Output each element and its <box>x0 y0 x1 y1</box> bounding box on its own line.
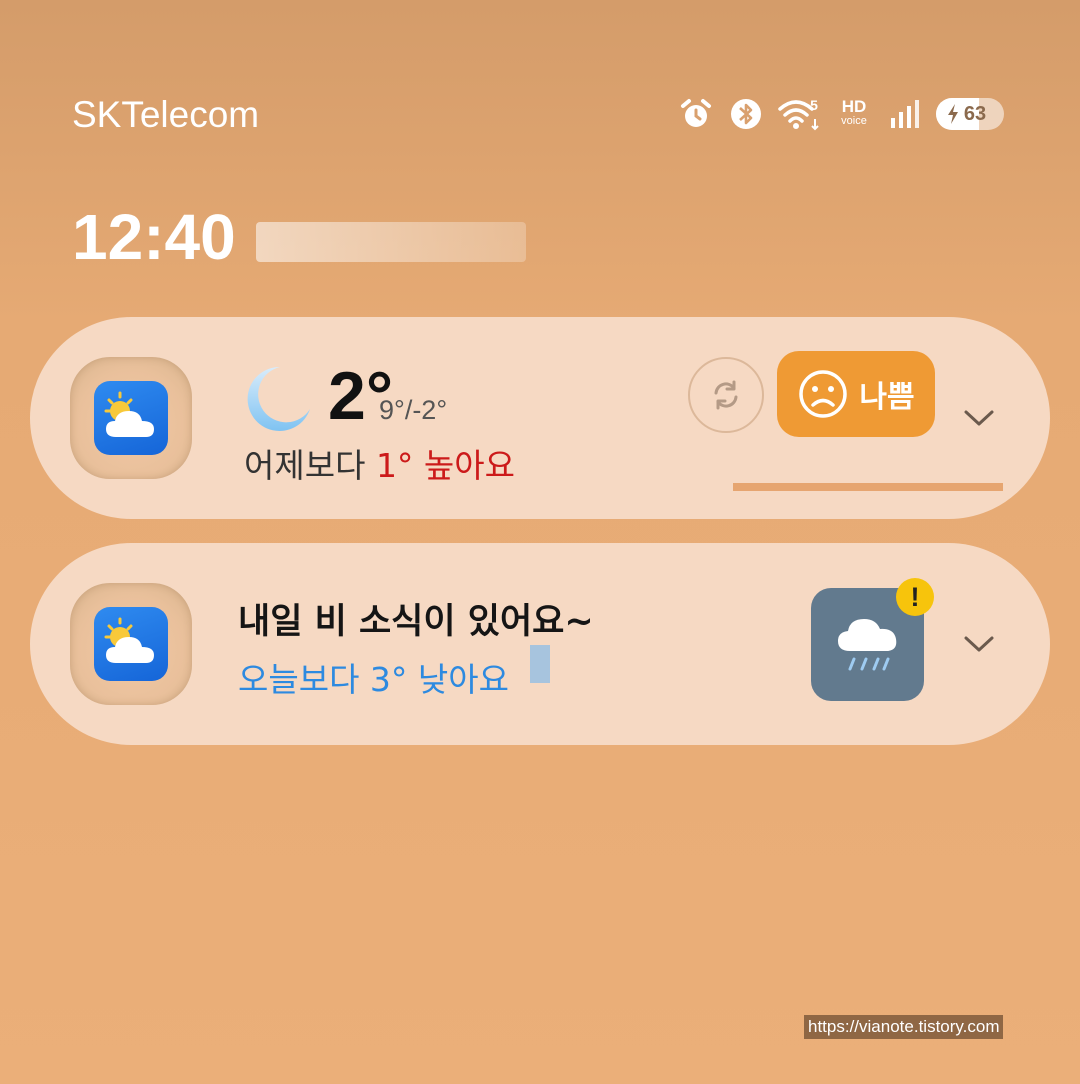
temperature-range: 9°/-2° <box>379 395 448 425</box>
forecast-notification-card[interactable]: 내일 비 소식이 있어요~ 오늘보다 3° 낮아요 ! <box>30 543 1050 745</box>
status-bar: SKTelecom 5 HD voice 63 <box>0 0 1080 150</box>
chevron-down-icon[interactable] <box>962 408 996 428</box>
hd-voice-icon: HD voice <box>841 97 867 127</box>
forecast-subtitle: 오늘보다 3° 낮아요 <box>238 660 509 699</box>
bluetooth-icon <box>728 96 764 132</box>
refresh-icon <box>714 380 738 410</box>
wifi-icon: 5 <box>778 96 822 132</box>
alert-badge: ! <box>896 578 934 616</box>
weather-notification-card[interactable]: 2° 9°/-2° 어제보다 1° 높아요 나쁨 <box>30 317 1050 519</box>
alarm-icon <box>678 96 714 132</box>
watermark: https://vianote.tistory.com <box>804 1015 1004 1039</box>
chevron-down-icon[interactable] <box>962 634 996 654</box>
weather-app-icon <box>70 357 192 479</box>
sad-face-icon <box>799 370 848 418</box>
comparison-value: 1° 높아요 <box>375 446 516 485</box>
forecast-title: 내일 비 소식이 있어요~ <box>238 602 594 642</box>
battery-icon: 63 <box>936 98 1004 130</box>
air-quality-badge[interactable]: 나쁨 <box>777 351 935 437</box>
status-icons: 5 HD voice 63 <box>678 96 1004 132</box>
refresh-button[interactable] <box>688 357 764 433</box>
signal-icon <box>886 96 922 132</box>
divider <box>733 483 1003 491</box>
carrier-name: SKTelecom <box>72 94 260 135</box>
network-type: 5 <box>810 97 818 113</box>
temperature-comparison: 어제보다 1° 높아요 <box>244 446 516 485</box>
moon-icon <box>242 363 314 435</box>
battery-level: 63 <box>963 102 987 125</box>
weather-app-icon <box>70 583 192 705</box>
lock-clock: 12:40 <box>72 201 236 273</box>
redacted-area <box>530 645 550 683</box>
air-quality-label: 나쁨 <box>859 380 915 415</box>
date-redacted <box>256 222 526 262</box>
